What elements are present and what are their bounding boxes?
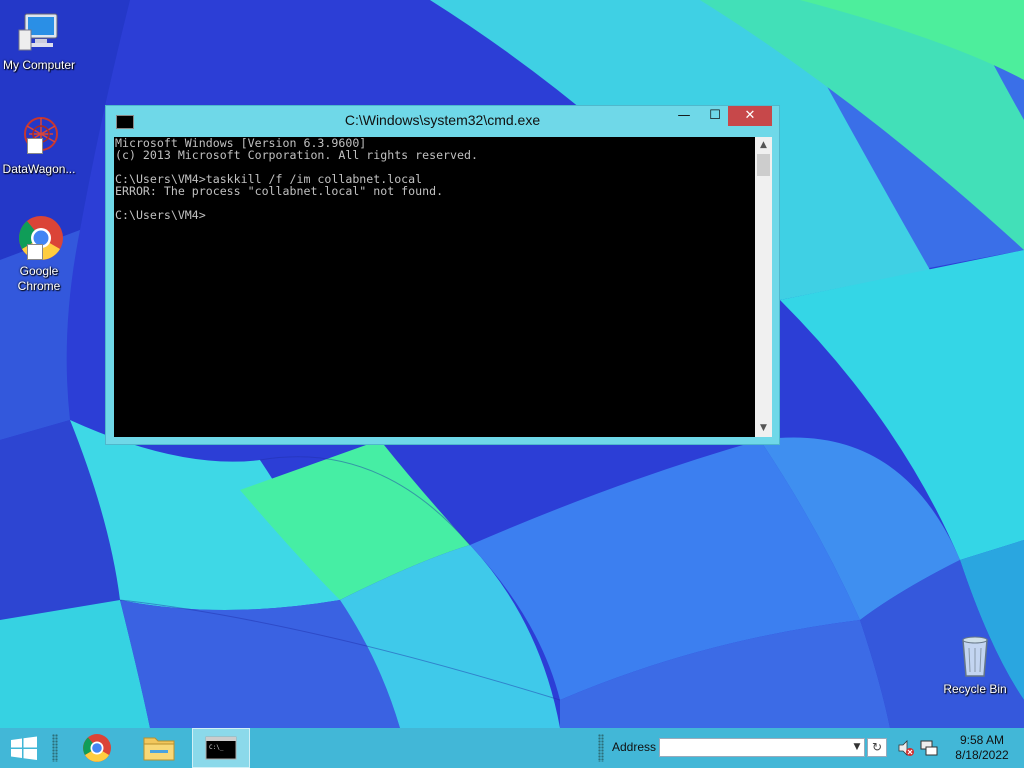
scroll-thumb[interactable] xyxy=(757,154,770,176)
chrome-icon xyxy=(15,214,63,262)
scroll-up-icon[interactable]: ▲ xyxy=(755,137,772,154)
desktop-icon-recycle-bin[interactable]: Recycle Bin xyxy=(936,632,1014,697)
address-input[interactable] xyxy=(659,738,851,757)
windows-logo-icon xyxy=(11,736,37,760)
address-toolbar-label: Address xyxy=(612,740,657,754)
datawagon-icon xyxy=(15,112,63,160)
shortcut-arrow-icon xyxy=(27,244,43,260)
desktop-icon-label: Google Chrome xyxy=(17,264,61,293)
taskbar-grip[interactable] xyxy=(598,734,604,762)
clock[interactable]: 9:58 AM 8/18/2022 xyxy=(944,733,1020,763)
console-output[interactable]: Microsoft Windows [Version 6.3.9600] (c)… xyxy=(114,137,755,437)
cmd-window[interactable]: C:\Windows\system32\cmd.exe — ☐ ✕ Micros… xyxy=(105,105,780,445)
address-dropdown-icon[interactable]: ▼ xyxy=(850,738,865,757)
desktop-icon-my-computer[interactable]: My Computer xyxy=(0,8,78,73)
cmd-icon: C:\_ xyxy=(205,736,237,760)
desktop-icon-label: My Computer xyxy=(2,58,76,72)
vertical-scrollbar[interactable]: ▲ ▼ xyxy=(755,137,772,437)
svg-text:C:\_: C:\_ xyxy=(209,744,224,751)
title-bar[interactable]: C:\Windows\system32\cmd.exe — ☐ ✕ xyxy=(106,106,779,136)
desktop-icon-datawagon[interactable]: DataWagon... xyxy=(0,112,78,177)
taskbar: C:\_ Address ▼ ↻ 9:58 AM 8/18/2022 xyxy=(0,728,1024,768)
taskbar-cmd-button[interactable]: C:\_ xyxy=(192,728,250,768)
taskbar-chrome-button[interactable] xyxy=(74,728,120,768)
start-button[interactable] xyxy=(0,728,48,768)
network-icon[interactable] xyxy=(920,739,938,757)
computer-icon xyxy=(15,8,63,56)
taskbar-file-explorer-button[interactable] xyxy=(136,728,182,768)
folder-icon xyxy=(143,737,175,761)
close-button[interactable]: ✕ xyxy=(728,106,772,126)
recycle-bin-icon xyxy=(951,632,999,680)
console-text: Microsoft Windows [Version 6.3.9600] (c)… xyxy=(115,137,478,222)
clock-time: 9:58 AM xyxy=(959,733,1005,747)
chrome-icon xyxy=(83,734,111,762)
desktop-icon-label: DataWagon... xyxy=(2,162,76,176)
taskbar-grip[interactable] xyxy=(52,734,58,762)
desktop: My Computer DataWagon... Google Chrome R… xyxy=(0,0,1024,768)
maximize-button[interactable]: ☐ xyxy=(702,106,728,126)
desktop-icon-google-chrome[interactable]: Google Chrome xyxy=(0,214,78,294)
volume-muted-icon[interactable] xyxy=(897,739,915,757)
clock-date: 8/18/2022 xyxy=(955,748,1009,762)
refresh-icon[interactable]: ↻ xyxy=(867,738,887,757)
scroll-down-icon[interactable]: ▼ xyxy=(755,420,772,437)
minimize-button[interactable]: — xyxy=(671,106,697,126)
desktop-icon-label: Recycle Bin xyxy=(943,682,1007,696)
shortcut-arrow-icon xyxy=(27,138,43,154)
